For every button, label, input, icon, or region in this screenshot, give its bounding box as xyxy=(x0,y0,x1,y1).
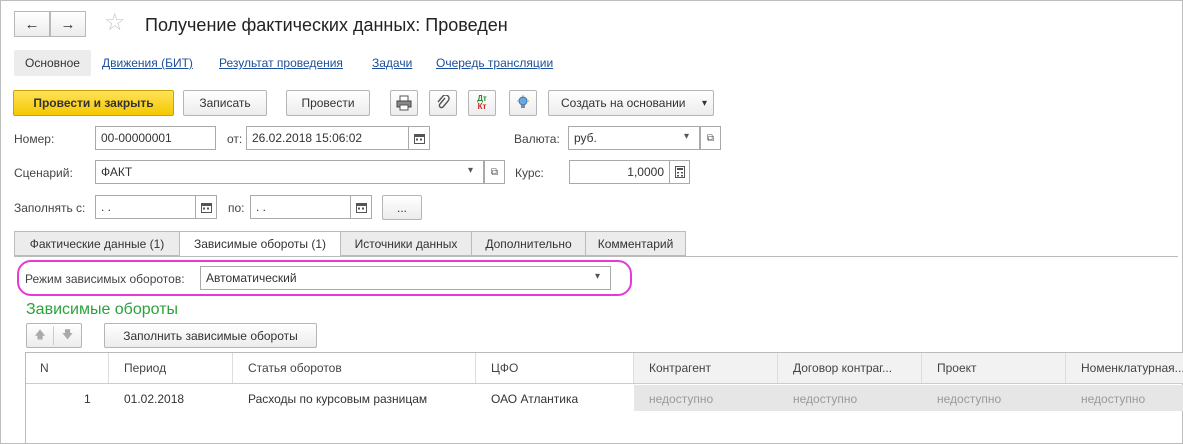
back-button[interactable]: ← xyxy=(14,11,50,37)
tab-movements[interactable]: Движения (БИТ) xyxy=(102,56,193,70)
mode-label: Режим зависимых оборотов: xyxy=(25,272,185,286)
date-picker-button[interactable] xyxy=(408,126,430,150)
mode-dropdown-icon[interactable]: ▾ xyxy=(595,271,600,282)
fill-to-label: по: xyxy=(228,201,245,215)
tab-dependent-turnovers[interactable]: Зависимые обороты (1) xyxy=(179,231,341,257)
tab-panel-border xyxy=(14,256,1178,257)
paperclip-icon xyxy=(437,95,450,109)
column-header-n[interactable]: N xyxy=(26,353,109,383)
fill-from-label: Заполнять с: xyxy=(14,201,86,215)
cell-article: Расходы по курсовым разницам xyxy=(248,392,428,406)
column-header-contract[interactable]: Договор контраг... xyxy=(778,353,922,383)
lightbulb-icon xyxy=(517,95,529,108)
date-field[interactable]: 26.02.2018 15:06:02 xyxy=(246,126,409,150)
chevron-down-icon: ▾ xyxy=(701,97,707,109)
rate-calculator-button[interactable] xyxy=(669,160,690,184)
post-button[interactable]: Провести xyxy=(286,90,370,116)
fill-to-calendar-button[interactable] xyxy=(350,195,372,219)
number-field[interactable]: 00-00000001 xyxy=(95,126,216,150)
attach-button[interactable] xyxy=(429,90,457,116)
create-based-on-label: Создать на основании xyxy=(561,96,686,110)
column-header-contractor[interactable]: Контрагент xyxy=(634,353,778,383)
column-header-article[interactable]: Статья оборотов xyxy=(233,353,476,383)
cell-project: недоступно xyxy=(937,392,1002,406)
print-button[interactable] xyxy=(390,90,418,116)
fill-from-calendar-button[interactable] xyxy=(195,195,217,219)
arrow-down-icon[interactable]: 🡇 xyxy=(54,326,81,345)
currency-open-button[interactable]: ⧉ xyxy=(700,126,721,150)
tab-data-sources[interactable]: Источники данных xyxy=(340,231,472,256)
column-header-nomenclature[interactable]: Номенклатурная... xyxy=(1066,353,1183,383)
column-header-cfo[interactable]: ЦФО xyxy=(476,353,634,383)
rate-field[interactable]: 1,0000 xyxy=(569,160,670,184)
column-header-period[interactable]: Период xyxy=(109,353,233,383)
favorite-star-icon[interactable]: ☆ xyxy=(104,11,126,35)
date-label: от: xyxy=(227,132,243,146)
tab-additional[interactable]: Дополнительно xyxy=(471,231,586,256)
print-icon xyxy=(396,95,412,111)
fill-from-field[interactable]: . . xyxy=(95,195,196,219)
fill-dependent-button[interactable]: Заполнить зависимые обороты xyxy=(104,323,317,348)
create-based-on-button[interactable]: Создать на основании ▾ xyxy=(548,90,714,116)
calendar-icon xyxy=(355,202,367,213)
currency-label: Валюта: xyxy=(514,132,560,146)
currency-dropdown-icon[interactable]: ▾ xyxy=(684,131,689,142)
post-and-close-button[interactable]: Провести и закрыть xyxy=(13,90,174,116)
tab-main[interactable]: Основное xyxy=(14,50,91,76)
tab-comment[interactable]: Комментарий xyxy=(585,231,686,256)
arrow-right-icon: → xyxy=(60,15,76,33)
open-icon: ⧉ xyxy=(490,166,499,178)
scenario-dropdown-icon[interactable]: ▾ xyxy=(468,165,473,176)
calculator-icon xyxy=(674,166,685,178)
cell-nomenclature: недоступно xyxy=(1081,392,1146,406)
cell-period: 01.02.2018 xyxy=(124,392,185,406)
open-icon: ⧉ xyxy=(706,132,715,144)
dependent-turnovers-table[interactable]: N Период Статья оборотов ЦФО Контрагент … xyxy=(25,352,1183,444)
scenario-open-button[interactable]: ⧉ xyxy=(484,160,505,184)
scenario-field[interactable]: ФАКТ xyxy=(95,160,484,184)
forward-button[interactable]: → xyxy=(50,11,86,37)
tab-tasks[interactable]: Задачи xyxy=(372,56,412,70)
tab-posting-result[interactable]: Результат проведения xyxy=(219,56,343,70)
tab-actual-data[interactable]: Фактические данные (1) xyxy=(14,231,180,256)
currency-field[interactable]: руб. xyxy=(568,126,700,150)
window-title: Получение фактических данных: Проведен xyxy=(145,15,508,35)
period-select-button[interactable]: ... xyxy=(382,195,422,220)
arrow-up-icon[interactable]: 🡅 xyxy=(27,326,55,345)
dtkt-button[interactable]: Дт Кт xyxy=(468,90,496,116)
kt-label: Кт xyxy=(477,102,487,111)
rate-label: Курс: xyxy=(515,166,544,180)
table-row[interactable]: 1 01.02.2018 Расходы по курсовым разница… xyxy=(26,384,1183,412)
cell-n: 1 xyxy=(84,392,91,406)
move-buttons[interactable]: 🡅 🡇 xyxy=(26,323,82,348)
idea-button[interactable] xyxy=(509,90,537,116)
arrow-left-icon: ← xyxy=(24,15,40,33)
fill-to-field[interactable]: . . xyxy=(250,195,351,219)
column-header-project[interactable]: Проект xyxy=(922,353,1066,383)
cell-contract: недоступно xyxy=(793,392,858,406)
tab-translation-queue[interactable]: Очередь трансляции xyxy=(436,56,553,70)
calendar-icon xyxy=(200,202,212,213)
cell-cfo: ОАО Атлантика xyxy=(491,392,579,406)
number-label: Номер: xyxy=(14,132,55,146)
save-button[interactable]: Записать xyxy=(183,90,267,116)
mode-field[interactable]: Автоматический xyxy=(200,266,611,290)
scenario-label: Сценарий: xyxy=(14,166,73,180)
section-title: Зависимые обороты xyxy=(26,301,179,318)
cell-contractor: недоступно xyxy=(649,392,714,406)
calendar-icon xyxy=(413,133,425,144)
